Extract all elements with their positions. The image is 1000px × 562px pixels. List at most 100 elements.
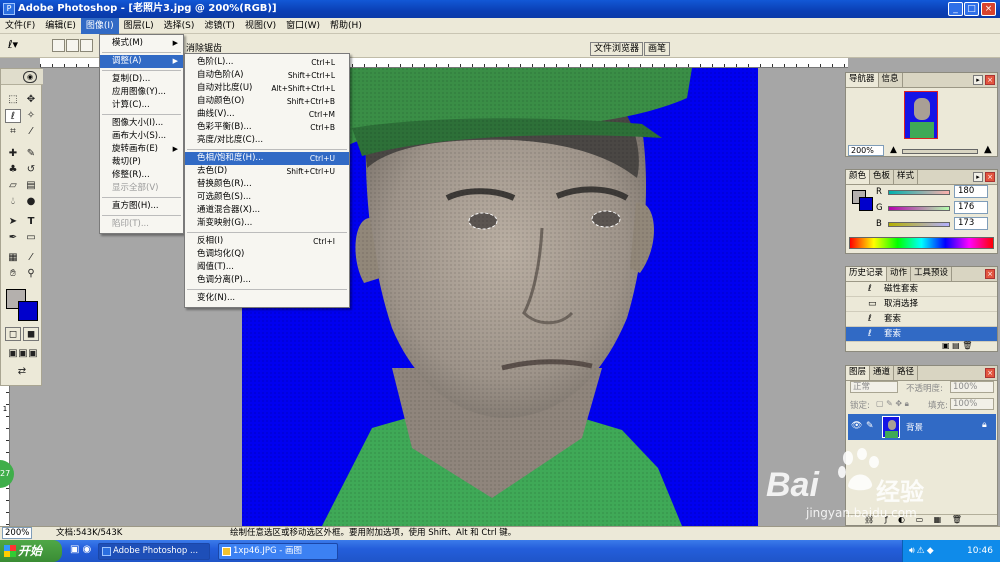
- panel-menu-icon[interactable]: ▸: [973, 172, 983, 182]
- adjust-replace-color[interactable]: 替换颜色(R)...: [185, 178, 349, 191]
- adjust-variations[interactable]: 变化(N)...: [185, 292, 349, 305]
- quick-launch-icons[interactable]: ▣◉: [70, 544, 94, 555]
- layer-visibility-icon[interactable]: 👁︎: [851, 421, 862, 431]
- history-item[interactable]: ℓ 磁性套索: [846, 282, 997, 297]
- lasso-tool-icon[interactable]: ℓ: [5, 109, 21, 123]
- history-brush-icon[interactable]: ↺: [23, 163, 39, 177]
- adjust-equalize[interactable]: 色调均化(Q): [185, 248, 349, 261]
- adjust-color-balance[interactable]: 色彩平衡(B)... Ctrl+B: [185, 121, 349, 134]
- panel-menu-icon[interactable]: ▸: [973, 75, 983, 85]
- quick-mask-icon[interactable]: ◼: [23, 327, 39, 341]
- image-menu-rotate-canvas[interactable]: 旋转画布(E) ▶: [100, 143, 183, 156]
- background-color-swatch[interactable]: [18, 301, 38, 321]
- image-menu-apply-image[interactable]: 应用图像(Y)...: [100, 86, 183, 99]
- zoom-in-icon[interactable]: ▲: [984, 144, 992, 155]
- adjust-desaturate[interactable]: 去色(D) Shift+Ctrl+U: [185, 165, 349, 178]
- history-item[interactable]: ℓ 套索: [846, 312, 997, 327]
- tab-color[interactable]: 颜色: [846, 170, 871, 184]
- floating-widget-icon[interactable]: 27: [0, 460, 14, 488]
- standard-mode-icon[interactable]: ◻: [5, 327, 21, 341]
- pen-tool-icon[interactable]: ✒: [5, 231, 21, 245]
- dodge-tool-icon[interactable]: ●: [23, 195, 39, 209]
- close-button[interactable]: ×: [981, 2, 996, 16]
- toolbox-header[interactable]: ◉: [1, 69, 43, 85]
- move-tool-icon[interactable]: ✥: [23, 93, 39, 107]
- eyedropper-icon[interactable]: ⁄: [23, 251, 39, 265]
- image-menu-image-size[interactable]: 图像大小(I)...: [100, 117, 183, 130]
- image-menu-canvas-size[interactable]: 画布大小(S)...: [100, 130, 183, 143]
- menu-window[interactable]: 窗口(W): [281, 18, 325, 34]
- adjust-invert[interactable]: 反相(I) Ctrl+I: [185, 235, 349, 248]
- menu-help[interactable]: 帮助(H): [325, 18, 367, 34]
- channel-g-slider[interactable]: [888, 206, 950, 211]
- history-item[interactable]: ▭ 取消选择: [846, 297, 997, 312]
- channel-r-value[interactable]: 180: [954, 185, 988, 198]
- image-menu-duplicate[interactable]: 复制(D)...: [100, 73, 183, 86]
- navigator-zoom-field[interactable]: 200%: [848, 145, 884, 156]
- menu-file[interactable]: 文件(F): [0, 18, 40, 34]
- tab-history[interactable]: 历史记录: [846, 267, 888, 281]
- path-select-icon[interactable]: ➤: [5, 215, 21, 229]
- image-menu-adjust[interactable]: 调整(A) ▶: [100, 55, 183, 68]
- menu-filter[interactable]: 滤镜(T): [199, 18, 240, 34]
- opacity-field[interactable]: 100%: [950, 381, 994, 393]
- tab-styles[interactable]: 样式: [894, 170, 919, 184]
- adjust-auto-levels[interactable]: 自动色阶(A) Shift+Ctrl+L: [185, 69, 349, 82]
- tab-navigator[interactable]: 导航器: [846, 73, 879, 87]
- zoom-tool-icon[interactable]: ⚲: [23, 267, 39, 281]
- color-spectrum-ramp[interactable]: [849, 237, 994, 249]
- status-zoom-field[interactable]: 200%: [2, 527, 32, 539]
- image-menu-histogram[interactable]: 直方图(H)...: [100, 200, 183, 213]
- blend-mode-select[interactable]: 正常: [850, 381, 898, 393]
- adjust-channel-mixer[interactable]: 通道混合器(X)...: [185, 204, 349, 217]
- subtract-selection-icon[interactable]: [80, 39, 93, 52]
- start-button[interactable]: 开始: [0, 540, 62, 562]
- tray-icons[interactable]: 🔊︎⚠︎◆: [909, 540, 936, 562]
- notes-tool-icon[interactable]: ▦: [5, 251, 21, 265]
- adjust-threshold[interactable]: 阈值(T)...: [185, 261, 349, 274]
- screen-mode-3-icon[interactable]: ▣: [25, 347, 41, 361]
- adjust-selective-color[interactable]: 可选颜色(S)...: [185, 191, 349, 204]
- layer-row-background[interactable]: 👁︎ ✎ 背景 🔒︎: [848, 414, 996, 440]
- panel-close-icon[interactable]: ×: [985, 269, 995, 279]
- jump-to-imageready-icon[interactable]: ⇄: [5, 365, 39, 379]
- menu-select[interactable]: 选择(S): [159, 18, 200, 34]
- hand-tool-icon[interactable]: ✋︎: [5, 267, 21, 281]
- adjust-brightness-contrast[interactable]: 亮度/对比度(C)...: [185, 134, 349, 147]
- panel-close-icon[interactable]: ×: [985, 75, 995, 85]
- crop-tool-icon[interactable]: ⌗: [5, 125, 21, 139]
- adjust-gradient-map[interactable]: 渐变映射(G)...: [185, 217, 349, 230]
- menu-view[interactable]: 视图(V): [240, 18, 281, 34]
- brushes-tab[interactable]: 画笔: [644, 42, 671, 56]
- photoshop-app-icon[interactable]: P: [3, 3, 15, 15]
- panel-close-icon[interactable]: ×: [985, 172, 995, 182]
- history-item-selected[interactable]: ℓ 套索: [846, 327, 997, 342]
- image-menu-crop[interactable]: 裁切(P): [100, 156, 183, 169]
- image-menu-calculations[interactable]: 计算(C)...: [100, 99, 183, 112]
- menu-layer[interactable]: 图层(L): [119, 18, 159, 34]
- history-footer-icons[interactable]: ▣ ▤ 🗑︎: [942, 341, 972, 350]
- lock-icons[interactable]: ▢ ✎ ✥ 🔒︎: [876, 399, 909, 409]
- add-selection-icon[interactable]: [66, 39, 79, 52]
- shape-tool-icon[interactable]: ▭: [23, 231, 39, 245]
- layers-footer-icons[interactable]: ⛓ ƒ ◐ ▭ ▦ 🗑︎: [846, 514, 997, 525]
- eraser-tool-icon[interactable]: ▱: [5, 179, 21, 193]
- image-menu-mode[interactable]: 模式(M) ▶: [100, 37, 183, 50]
- file-browser-tab[interactable]: 文件浏览器: [590, 42, 644, 56]
- tab-actions[interactable]: 动作: [887, 267, 912, 281]
- task-photoshop[interactable]: Adobe Photoshop ...: [98, 543, 210, 560]
- channel-b-slider[interactable]: [888, 222, 950, 227]
- menu-image[interactable]: 图像(I): [80, 18, 119, 34]
- channel-b-value[interactable]: 173: [954, 217, 988, 230]
- adjust-auto-contrast[interactable]: 自动对比度(U) Alt+Shift+Ctrl+L: [185, 82, 349, 95]
- menu-edit[interactable]: 编辑(E): [40, 18, 81, 34]
- new-selection-icon[interactable]: [52, 39, 65, 52]
- photoshop-eye-icon[interactable]: ◉: [23, 71, 37, 83]
- navigator-thumbnail[interactable]: [904, 91, 938, 139]
- tab-info[interactable]: 信息: [879, 73, 903, 87]
- tab-tool-presets[interactable]: 工具预设: [911, 267, 953, 281]
- gradient-tool-icon[interactable]: ▤: [23, 179, 39, 193]
- lasso-tool-preset-icon[interactable]: ℓ▾: [8, 38, 38, 53]
- color-bg-swatch[interactable]: [859, 197, 873, 211]
- tab-swatches[interactable]: 色板: [870, 170, 895, 184]
